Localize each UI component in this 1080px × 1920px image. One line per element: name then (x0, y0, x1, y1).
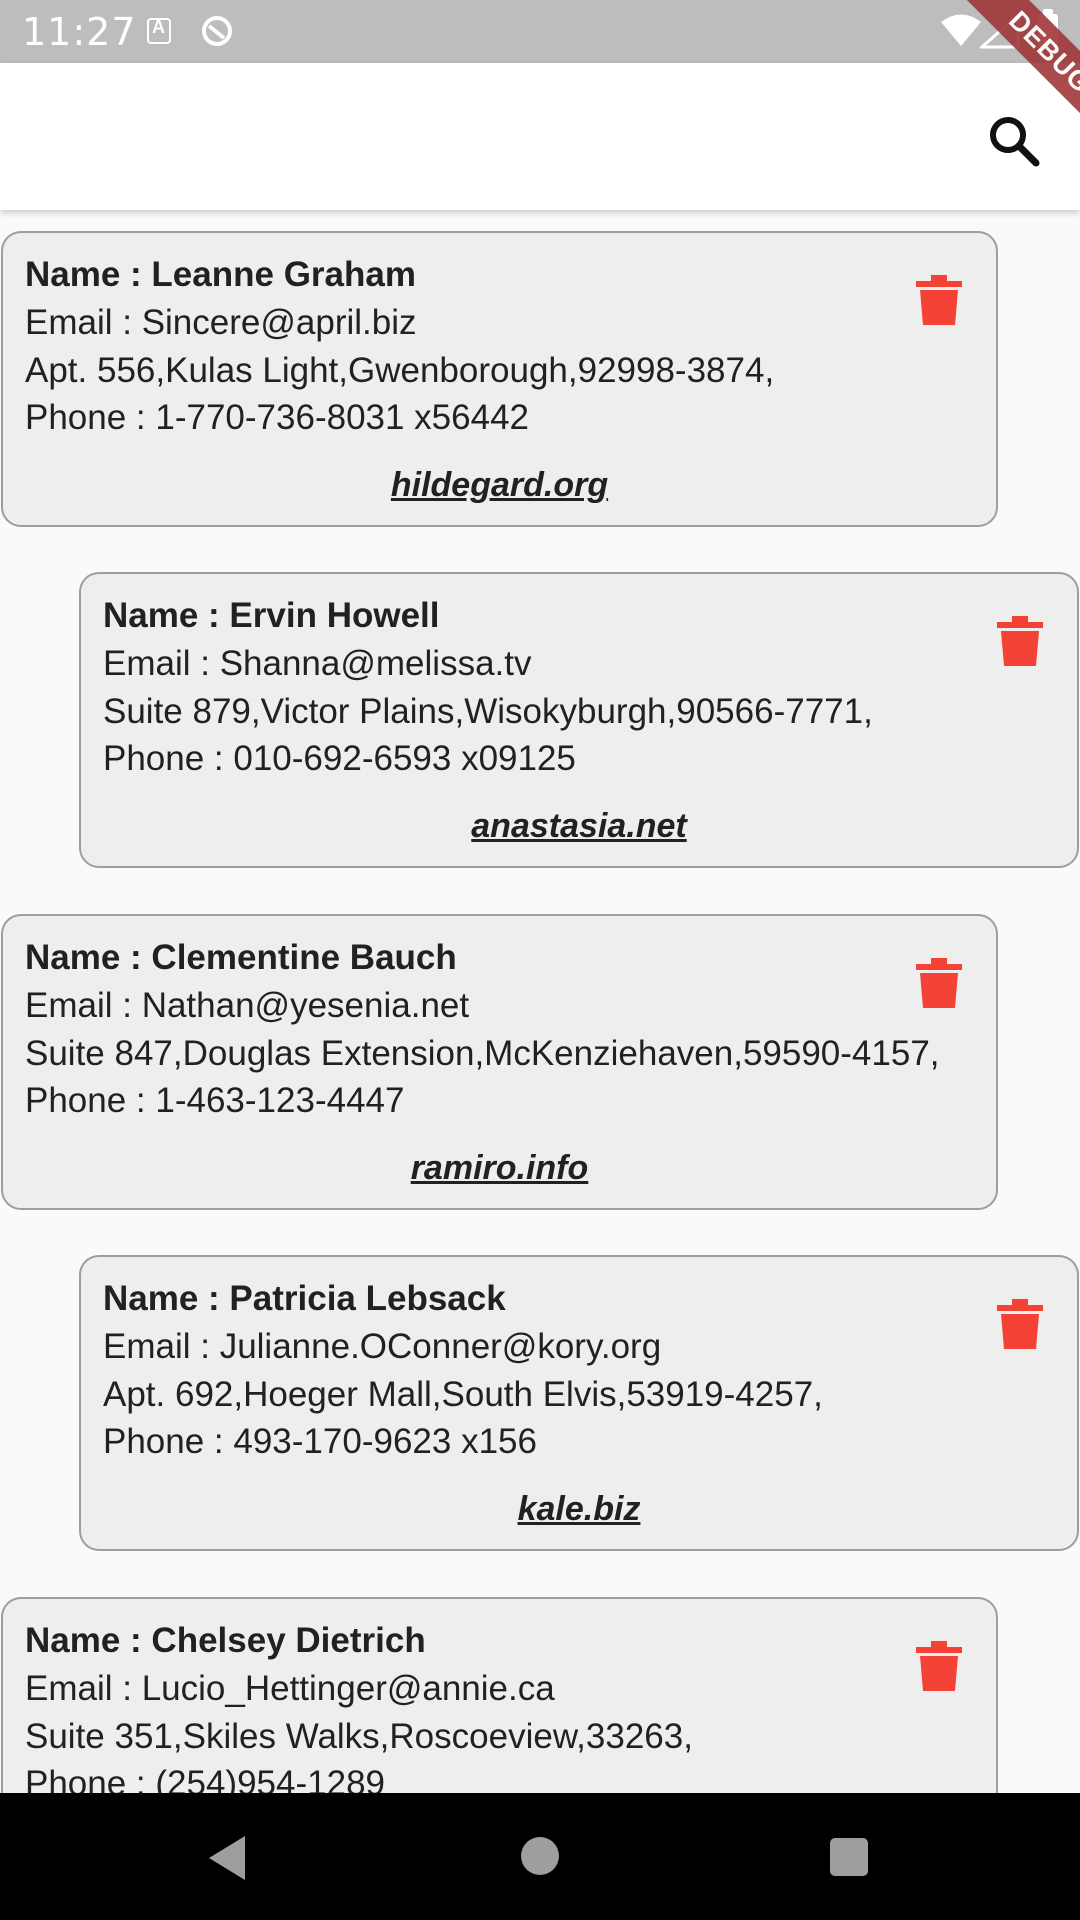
user-card[interactable]: Name : Clementine Bauch Email : Nathan@y… (1, 914, 998, 1210)
delete-icon[interactable] (916, 958, 962, 1008)
battery-icon (1038, 9, 1058, 48)
user-list[interactable]: Name : Leanne Graham Email : Sincere@apr… (0, 210, 1080, 1793)
user-website-link[interactable]: hildegard.org (3, 466, 996, 505)
a-notification-icon (147, 17, 171, 44)
user-card[interactable]: Name : Patricia Lebsack Email : Julianne… (79, 1255, 1079, 1551)
back-icon[interactable] (205, 1833, 255, 1883)
user-name: Name : Patricia Lebsack (103, 1279, 506, 1318)
wifi-icon (941, 14, 981, 46)
recents-icon[interactable] (830, 1838, 868, 1876)
user-phone: Phone : 1-463-123-4447 (25, 1081, 405, 1120)
delete-icon[interactable] (916, 275, 962, 325)
user-phone: Phone : 1-770-736-8031 x56442 (25, 398, 530, 437)
user-address: Apt. 692,Hoeger Mall,South Elvis,53919-4… (103, 1375, 823, 1414)
user-card[interactable]: Name : Leanne Graham Email : Sincere@apr… (1, 231, 998, 527)
delete-icon[interactable] (997, 1299, 1043, 1349)
user-email: Email : Sincere@april.biz (25, 303, 417, 342)
user-website-link[interactable]: kale.biz (81, 1490, 1077, 1529)
user-card[interactable]: Name : Ervin Howell Email : Shanna@melis… (79, 572, 1079, 868)
search-icon[interactable] (975, 103, 1055, 183)
user-website-link[interactable]: anastasia.net (81, 807, 1077, 846)
status-bar: 11:27 (0, 0, 1080, 63)
system-nav-bar (0, 1793, 1080, 1920)
app-bar (0, 63, 1080, 210)
user-email: Email : Julianne.OConner@kory.org (103, 1327, 662, 1366)
home-icon[interactable] (521, 1837, 559, 1875)
delete-icon[interactable] (997, 616, 1043, 666)
sync-icon (202, 16, 232, 46)
user-address: Apt. 556,Kulas Light,Gwenborough,92998-3… (25, 351, 775, 390)
user-address: Suite 351,Skiles Walks,Roscoeview,33263, (25, 1717, 693, 1756)
user-phone: Phone : 493-170-9623 x156 (103, 1422, 537, 1461)
user-card[interactable]: Name : Chelsey Dietrich Email : Lucio_He… (1, 1597, 998, 1793)
user-address: Suite 847,Douglas Extension,McKenziehave… (25, 1034, 940, 1073)
user-email: Email : Nathan@yesenia.net (25, 986, 470, 1025)
user-email: Email : Lucio_Hettinger@annie.ca (25, 1669, 555, 1708)
user-name: Name : Chelsey Dietrich (25, 1621, 426, 1660)
user-name: Name : Leanne Graham (25, 255, 416, 294)
user-phone: Phone : 010-692-6593 x09125 (103, 739, 576, 778)
delete-icon[interactable] (916, 1641, 962, 1691)
user-name: Name : Clementine Bauch (25, 938, 457, 977)
user-email: Email : Shanna@melissa.tv (103, 644, 532, 683)
user-phone: Phone : (254)954-1289 (25, 1764, 385, 1793)
user-address: Suite 879,Victor Plains,Wisokyburgh,9056… (103, 692, 873, 731)
user-website-link[interactable]: ramiro.info (3, 1149, 996, 1188)
user-name: Name : Ervin Howell (103, 596, 440, 635)
status-time: 11:27 (22, 10, 137, 54)
signal-icon (980, 13, 1020, 49)
